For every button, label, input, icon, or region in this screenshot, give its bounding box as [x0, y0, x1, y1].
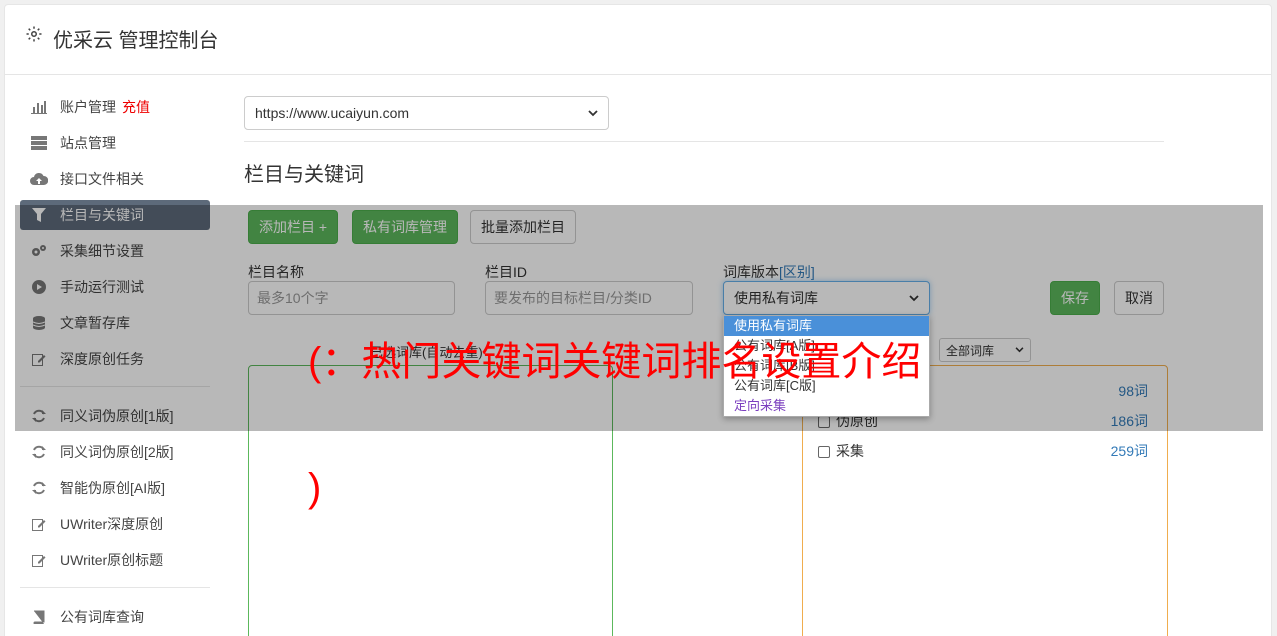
- top-bar: 优采云 管理控制台: [5, 5, 1271, 75]
- sidebar-item-label: UWriter深度原创: [60, 516, 164, 532]
- sidebar-item-label: UWriter原创标题: [60, 552, 164, 568]
- sidebar-item-public-lib[interactable]: 公有词库查询: [20, 602, 210, 632]
- book-icon: [30, 608, 48, 626]
- sidebar-item-label: 站点管理: [60, 135, 116, 151]
- sidebar-item-uwriter-title[interactable]: UWriter原创标题: [20, 545, 210, 575]
- sidebar-item-label: 接口文件相关: [60, 171, 144, 187]
- sidebar-item-sites[interactable]: 站点管理: [20, 128, 210, 158]
- sidebar-item-label: 智能伪原创[AI版]: [60, 480, 166, 496]
- list-item[interactable]: 采集 259词: [818, 441, 1148, 461]
- sidebar-item-account[interactable]: 账户管理 充值: [20, 92, 210, 122]
- lib-count: 259词: [1110, 443, 1148, 459]
- gear-icon: [25, 25, 43, 43]
- site-select[interactable]: https://www.ucaiyun.com: [244, 96, 609, 130]
- sidebar-item-ai-rewrite[interactable]: 智能伪原创[AI版]: [20, 473, 210, 503]
- sidebar-item-synonym-v2[interactable]: 同义词伪原创[2版]: [20, 437, 210, 467]
- page-title: 栏目与关键词: [244, 164, 364, 186]
- edit-icon: [30, 551, 48, 569]
- sidebar-item-label: 账户管理: [60, 99, 116, 115]
- sidebar-item-label: 公有词库查询: [60, 609, 144, 625]
- app-title: 优采云 管理控制台: [53, 30, 219, 52]
- sidebar-item-label: 同义词伪原创[2版]: [60, 444, 174, 460]
- section-divider: [244, 141, 1164, 142]
- dropdown-option[interactable]: 使用私有词库: [724, 316, 929, 336]
- bar-chart-icon: [30, 98, 48, 116]
- cloud-upload-icon: [30, 170, 48, 188]
- overlay-caption: (：热门关键词关键词排名设置介绍: [308, 340, 922, 384]
- chevron-down-icon: [588, 109, 598, 117]
- lib-name: 采集: [836, 443, 864, 459]
- dropdown-option[interactable]: 定向采集: [724, 396, 929, 416]
- recharge-link[interactable]: 充值: [122, 97, 150, 117]
- dim-overlay: [15, 205, 1263, 431]
- site-select-value: https://www.ucaiyun.com: [255, 105, 410, 121]
- refresh-icon: [30, 443, 48, 461]
- edit-icon: [30, 515, 48, 533]
- server-icon: [30, 134, 48, 152]
- refresh-icon: [30, 479, 48, 497]
- overlay-caption-end: ): [308, 466, 322, 510]
- sidebar-divider: [20, 587, 210, 588]
- sidebar-item-interface[interactable]: 接口文件相关: [20, 164, 210, 194]
- lib-checkbox[interactable]: [818, 446, 830, 459]
- sidebar-item-uwriter-deep[interactable]: UWriter深度原创: [20, 509, 210, 539]
